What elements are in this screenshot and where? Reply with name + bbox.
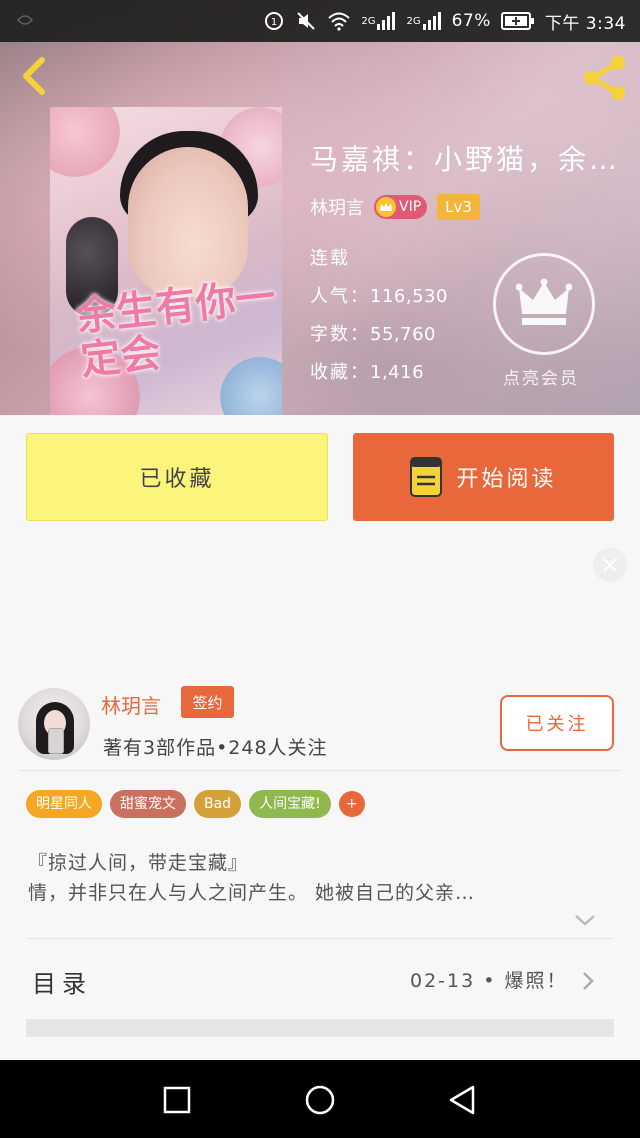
start-reading-button[interactable]: 开始阅读 (353, 433, 614, 521)
author-avatar[interactable] (18, 688, 90, 760)
description-line: 情，并非只在人与人之间产生。 她被自己的父亲… (28, 882, 476, 904)
follow-button[interactable]: 已关注 (500, 695, 614, 751)
close-ad-button[interactable] (593, 548, 627, 582)
serial-status: 连载 (310, 248, 350, 269)
tag-item[interactable]: 明星同人 (26, 790, 102, 818)
avatar-phone (48, 728, 64, 754)
catalog-label[interactable]: 目录 (32, 964, 92, 999)
latest-chapter[interactable]: 02-13 • 爆照！ (410, 966, 568, 993)
author-name[interactable]: 林玥言 (310, 194, 364, 220)
network-type-1: 2G (361, 15, 376, 27)
share-button[interactable] (580, 54, 630, 102)
vip-badge: VIP (374, 195, 428, 219)
word-count-value: 55,760 (370, 324, 436, 345)
wifi-icon (327, 11, 351, 31)
author-card-name[interactable]: 林玥言 (101, 690, 161, 719)
favorites-label: 收藏： (310, 362, 370, 383)
book-cover[interactable]: 余生有你一定会 (50, 107, 282, 415)
app-notification-icon (17, 15, 33, 25)
tag-list: 明星同人 甜蜜宠文 Bad 人间宝藏! + (26, 790, 365, 818)
cover-flower (50, 107, 120, 177)
divider (18, 770, 622, 771)
vip-label: VIP (399, 199, 422, 215)
word-count-label: 字数： (310, 324, 370, 345)
tag-item[interactable]: Bad (194, 790, 242, 818)
book-icon (410, 457, 443, 497)
close-icon (603, 558, 617, 572)
popularity: 人气：116,530 (310, 282, 448, 308)
signed-badge: 签约 (181, 686, 234, 718)
signal-icon-2: 2G (406, 12, 441, 30)
signal-icon-1: 2G (361, 12, 396, 30)
back-arrow-icon (23, 57, 45, 95)
vip-member-button[interactable] (493, 253, 595, 355)
clock: 下午 3:34 (544, 13, 626, 34)
battery-icon (500, 12, 535, 30)
system-nav-bar (0, 1060, 640, 1138)
mute-icon (295, 10, 317, 32)
crown-icon (376, 197, 396, 217)
favorites: 收藏：1,416 (310, 358, 424, 384)
triangle-back-icon (449, 1085, 475, 1115)
collected-button[interactable]: 已收藏 (26, 433, 328, 521)
popularity-value: 116,530 (370, 286, 448, 307)
svg-text:1: 1 (271, 17, 277, 28)
divider (26, 938, 614, 939)
tag-item[interactable]: 人间宝藏! (249, 790, 331, 818)
recent-apps-button[interactable] (155, 1078, 199, 1122)
author-stats: 著有3部作品•248人关注 (103, 737, 328, 759)
chevron-right-icon[interactable] (581, 970, 595, 992)
cover-figure-face (128, 147, 248, 297)
popularity-label: 人气： (310, 286, 370, 307)
back-nav-button[interactable] (440, 1078, 484, 1122)
favorites-value: 1,416 (370, 362, 425, 383)
tag-item[interactable]: 甜蜜宠文 (110, 790, 186, 818)
level-badge: Lv3 (437, 194, 480, 220)
word-count: 字数：55,760 (310, 320, 436, 346)
square-icon (163, 1086, 191, 1114)
start-reading-label: 开始阅读 (456, 467, 557, 492)
share-icon (584, 56, 625, 100)
crown-icon (516, 278, 572, 325)
back-button[interactable] (14, 54, 58, 98)
circle-icon (305, 1085, 335, 1115)
book-header: 1 2G 2G 67% 下午 3:34 余生有你一定会 马嘉祺：小野猫，余… 林… (0, 0, 640, 415)
alarm-icon: 1 (263, 10, 285, 32)
status-bar: 1 2G 2G 67% 下午 3:34 (0, 0, 640, 42)
section-placeholder (26, 1019, 614, 1037)
add-tag-button[interactable]: + (338, 791, 365, 817)
book-description[interactable]: 『掠过人间，带走宝藏』 情，并非只在人与人之间产生。 她被自己的父亲… (28, 848, 613, 908)
book-title: 马嘉祺：小野猫，余… (310, 143, 621, 176)
author-row: 林玥言 VIP Lv3 (310, 194, 480, 220)
battery-percent: 67% (451, 11, 491, 31)
description-line: 『掠过人间，带走宝藏』 (28, 852, 249, 874)
vip-member-label: 点亮会员 (503, 369, 579, 389)
network-type-2: 2G (406, 15, 421, 27)
chevron-down-icon[interactable] (573, 912, 597, 928)
home-button[interactable] (298, 1078, 342, 1122)
